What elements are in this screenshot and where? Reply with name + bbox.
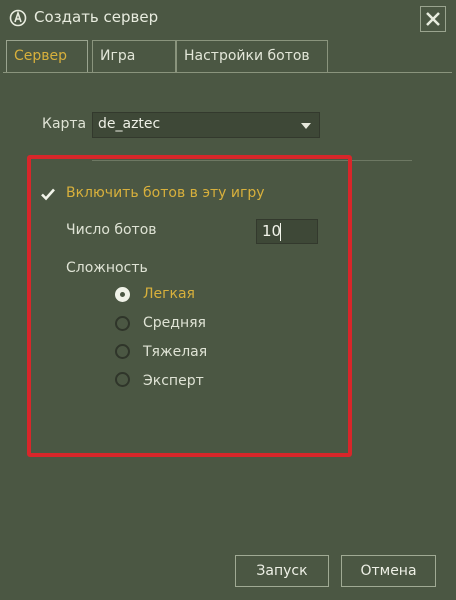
map-value: de_aztec — [98, 116, 161, 132]
enable-bots-label[interactable]: Включить ботов в эту игру — [66, 185, 265, 201]
title-bar[interactable]: Создать сервер — [0, 0, 456, 36]
difficulty-radio-hard[interactable] — [115, 344, 130, 359]
difficulty-radio-expert[interactable] — [115, 372, 130, 387]
difficulty-option-label[interactable]: Эксперт — [143, 373, 204, 389]
start-button[interactable]: Запуск — [235, 555, 329, 587]
difficulty-radio-medium[interactable] — [115, 316, 130, 331]
tab-server[interactable]: Сервер — [6, 40, 88, 73]
bot-count-input[interactable]: 10 — [256, 219, 318, 244]
create-server-dialog: Создать сервер Сервер Игра Настройки бот… — [0, 0, 456, 600]
cancel-button[interactable]: Отмена — [341, 555, 436, 587]
map-dropdown[interactable]: de_aztec — [92, 112, 320, 138]
close-button[interactable] — [420, 6, 446, 32]
enable-bots-checkbox[interactable] — [40, 186, 56, 202]
close-icon — [426, 12, 440, 26]
map-label: Карта — [42, 116, 87, 132]
bot-count-label: Число ботов — [66, 222, 157, 238]
difficulty-label: Сложность — [66, 260, 148, 276]
tab-bot-settings[interactable]: Настройки ботов — [176, 40, 328, 72]
chevron-down-icon — [301, 123, 311, 129]
text-caret — [280, 223, 281, 241]
app-logo-icon — [9, 9, 27, 27]
difficulty-option-label[interactable]: Тяжелая — [143, 344, 207, 360]
tab-game[interactable]: Игра — [92, 40, 176, 72]
difficulty-radio-easy[interactable] — [115, 287, 130, 302]
difficulty-option-label[interactable]: Средняя — [143, 315, 206, 331]
difficulty-option-label[interactable]: Легкая — [143, 286, 195, 302]
bot-count-value: 10 — [262, 222, 282, 240]
window-title: Создать сервер — [34, 8, 159, 26]
